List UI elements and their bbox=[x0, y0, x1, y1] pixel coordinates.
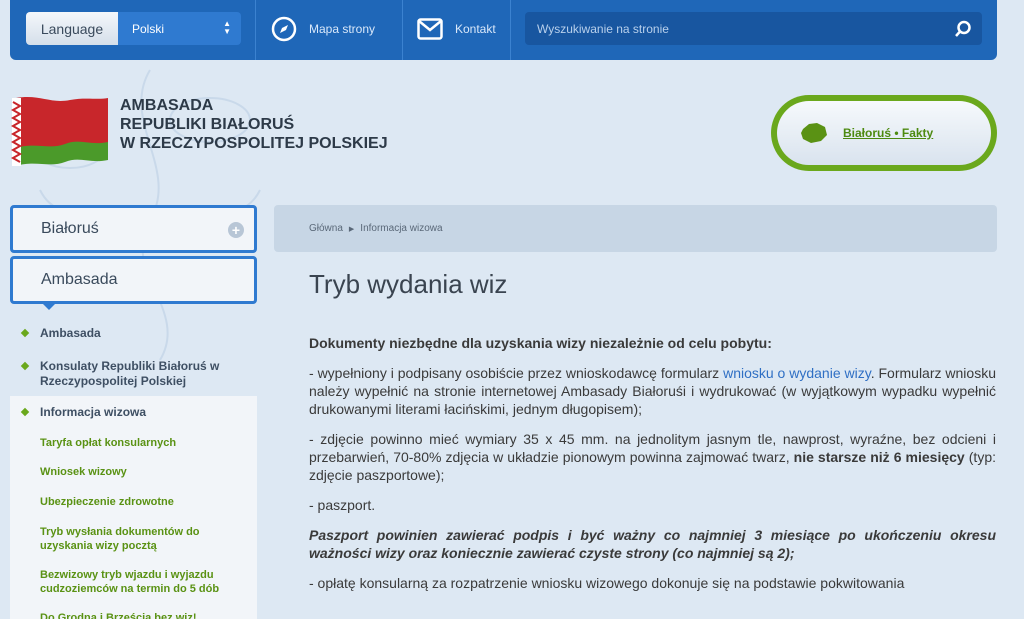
embassy-name-line: REPUBLIKI BIAŁORUŚ bbox=[120, 116, 295, 133]
divider bbox=[510, 0, 511, 60]
compass-icon bbox=[271, 16, 297, 42]
paragraph: - paszport. bbox=[309, 497, 376, 513]
caret-down-icon bbox=[41, 302, 57, 310]
breadcrumb-current: Informacja wizowa bbox=[360, 223, 443, 234]
embassy-name-line: W RZECZYPOSPOLITEJ POLSKIEJ bbox=[120, 135, 388, 152]
article-body: Dokumenty niezbędne dla uzyskania wizy n… bbox=[309, 334, 996, 604]
sidebar-button-label: Białoruś bbox=[41, 220, 99, 237]
search-placeholder: Wyszukiwanie na stronie bbox=[537, 21, 669, 36]
sitemap-label: Mapa strony bbox=[309, 22, 376, 36]
plus-icon[interactable]: + bbox=[228, 222, 244, 238]
sidebar-item-visa-info[interactable]: Informacja wizowa bbox=[18, 405, 146, 420]
sidebar-button-label: Ambasada bbox=[41, 271, 118, 288]
article-heading: Dokumenty niezbędne dla uzyskania wizy n… bbox=[309, 335, 772, 351]
submenu-item[interactable]: Do Grodna i Brześcia bez wiz! bbox=[40, 611, 196, 619]
paragraph: - wypełniony i podpisany osobiście przez… bbox=[309, 364, 996, 418]
submenu-item[interactable]: Tryb wysłania dokumentów do uzyskania wi… bbox=[40, 525, 240, 553]
sidebar-item-consulates[interactable]: Konsulaty Republiki Białoruś w Rzeczypos… bbox=[18, 359, 258, 389]
bullet-icon bbox=[20, 328, 30, 338]
chevron-right-icon: ▶ bbox=[348, 225, 355, 233]
divider bbox=[402, 0, 403, 60]
embassy-name-line: AMBASADA bbox=[120, 97, 214, 114]
belarus-map-icon bbox=[801, 123, 827, 143]
contact-label: Kontakt bbox=[455, 22, 496, 36]
paragraph: - opłatę konsularną za rozpatrzenie wnio… bbox=[309, 575, 905, 591]
sitemap-link[interactable]: Mapa strony bbox=[271, 14, 375, 44]
page-title: Tryb wydania wiz bbox=[309, 269, 508, 299]
top-bar: Language Polski ▲ ▼ Mapa strony Kontakt W… bbox=[10, 0, 997, 60]
breadcrumb-home[interactable]: Główna bbox=[309, 223, 343, 234]
language-switcher[interactable]: Language Polski ▲ ▼ bbox=[26, 12, 241, 45]
envelope-icon bbox=[417, 18, 443, 40]
emphasis-paragraph: Paszport powinien zawierać podpis i być … bbox=[309, 527, 996, 561]
bold-text: nie starsze niż 6 miesięcy bbox=[793, 449, 965, 465]
sidebar-item-ambasada[interactable]: Ambasada bbox=[18, 326, 101, 341]
sidebar-item-label: Informacja wizowa bbox=[40, 405, 147, 419]
paragraph: - zdjęcie powinno mieć wymiary 35 x 45 m… bbox=[309, 430, 996, 484]
submenu-item[interactable]: Wniosek wizowy bbox=[40, 465, 127, 479]
submenu-item[interactable]: Ubezpieczenie zdrowotne bbox=[40, 495, 174, 509]
belarus-facts-label: Białoruś • Fakty bbox=[843, 126, 934, 140]
embassy-name[interactable]: AMBASADA REPUBLIKI BIAŁORUŚ W RZECZYPOSP… bbox=[120, 96, 388, 153]
submenu-item[interactable]: Taryfa opłat konsularnych bbox=[40, 436, 176, 450]
language-label: Language bbox=[26, 12, 118, 45]
breadcrumb: Główna ▶ Informacja wizowa bbox=[274, 205, 997, 252]
bullet-icon bbox=[20, 361, 30, 371]
sidebar-item-label: Konsulaty Republiki Białoruś w Rzeczypos… bbox=[40, 359, 220, 388]
sidebar-item-label: Ambasada bbox=[40, 326, 101, 340]
contact-link[interactable]: Kontakt bbox=[417, 14, 496, 44]
search-input[interactable]: Wyszukiwanie na stronie bbox=[525, 12, 982, 45]
language-value: Polski bbox=[132, 21, 165, 36]
language-select[interactable]: Polski ▲ ▼ bbox=[118, 12, 241, 45]
bullet-icon bbox=[20, 407, 30, 417]
search-icon[interactable] bbox=[954, 20, 972, 38]
submenu-item[interactable]: Bezwizowy tryb wjazdu i wyjazdu cudzozie… bbox=[40, 568, 245, 596]
sidebar-embassy-button[interactable]: Ambasada bbox=[10, 256, 257, 310]
divider bbox=[255, 0, 256, 60]
sidebar-belarus-button[interactable]: Białoruś + bbox=[10, 205, 257, 253]
belarus-flag-icon bbox=[10, 97, 108, 166]
updown-arrows-icon: ▲ ▼ bbox=[223, 19, 231, 36]
application-form-link[interactable]: wniosku o wydanie wizy bbox=[723, 365, 871, 381]
text: - wypełniony i podpisany osobiście przez… bbox=[309, 365, 724, 381]
belarus-facts-button[interactable]: Białoruś • Fakty bbox=[771, 95, 997, 171]
